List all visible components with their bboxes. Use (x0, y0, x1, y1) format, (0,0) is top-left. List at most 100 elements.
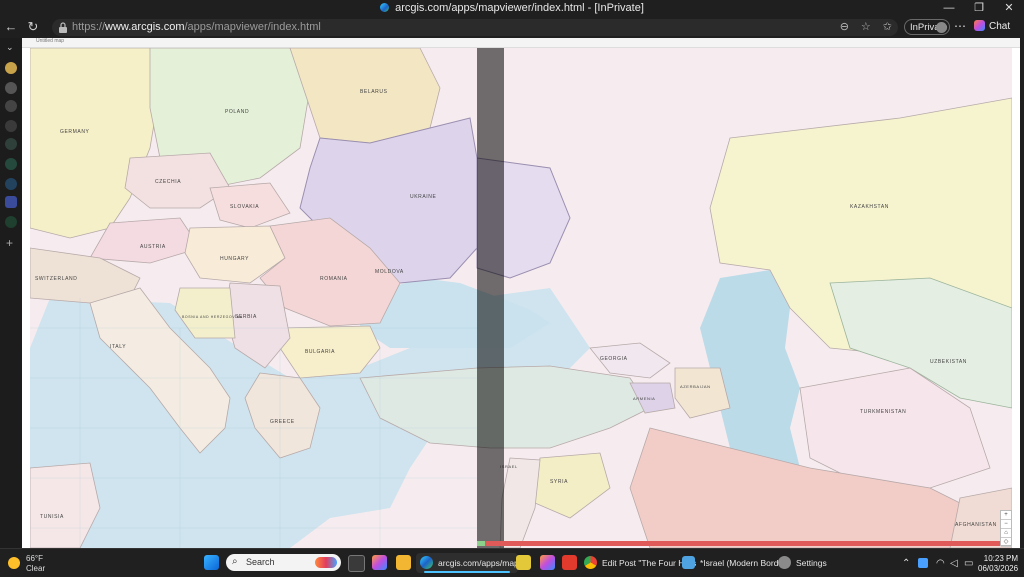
clock-time: 10:23 PM (983, 554, 1018, 563)
sidebar-app-icon-5[interactable] (5, 138, 17, 150)
browser-sidebar: ⌄ + (0, 38, 22, 548)
collapse-chevron-icon[interactable]: ⌄ (6, 42, 14, 53)
refresh-icon: ↻ (27, 19, 39, 34)
edge-icon (420, 556, 433, 569)
taskbar-search[interactable]: ⌕ Search (226, 554, 341, 571)
weather-text: 66°F Clear (26, 554, 45, 574)
chat-label: Chat (989, 21, 1011, 32)
label-italy: ITALY (110, 344, 126, 350)
moon-weather-icon (8, 557, 20, 569)
label-slovakia: SLOVAKIA (230, 204, 259, 210)
show-hidden-icons-chevron-icon[interactable]: ⌃ (902, 558, 910, 569)
label-greece: GREECE (270, 419, 295, 425)
minimize-button[interactable]: — (934, 0, 964, 17)
sticky-notes-icon[interactable] (516, 555, 531, 570)
sidebar-app-icon-6[interactable] (5, 158, 17, 170)
label-azerbaijan: AZERBAIJAN (680, 384, 711, 389)
url-prefix: https:// (72, 21, 106, 33)
compass-button[interactable]: ◇ (1001, 538, 1011, 547)
copilot-taskbar-icon[interactable] (372, 555, 387, 570)
label-uzbekistan: UZBEKISTAN (930, 359, 967, 365)
label-serbia: SERBIA (235, 314, 257, 320)
search-placeholder: Search (246, 557, 275, 567)
copilot-icon (974, 20, 985, 31)
map-red-indicator (485, 541, 1012, 546)
label-georgia: GEORGIA (600, 356, 628, 362)
close-button[interactable]: ✕ (994, 0, 1024, 17)
compass-icon: ◇ (1003, 539, 1009, 545)
url-domain: www.arcgis.com (105, 21, 185, 33)
battery-icon[interactable]: ▭ (964, 558, 973, 569)
address-bar-icons: ⊖ ☆ ✩ (828, 20, 892, 33)
sidebar-app-icon-2[interactable] (5, 82, 17, 94)
label-moldova: MOLDOVA (375, 269, 404, 275)
sidebar-app-icon-8[interactable] (5, 196, 17, 208)
back-button[interactable]: ← (3, 19, 19, 35)
url-text: https://www.arcgis.com/apps/mapviewer/in… (72, 21, 321, 33)
zoom-icon[interactable]: ⊖ (840, 21, 849, 33)
taskbar-app-notepad[interactable]: *Israel (Modern Borders (682, 553, 790, 573)
label-switzerland: SWITZERLAND (35, 276, 77, 282)
sidebar-app-icon-7[interactable] (5, 178, 17, 190)
more-options-button[interactable]: ⋯ (954, 19, 966, 33)
label-kazakhstan: KAZAKHSTAN (850, 204, 889, 210)
home-button[interactable]: ⌂ (1001, 529, 1011, 538)
search-icon: ⌕ (232, 556, 238, 567)
task-view-icon[interactable] (348, 555, 365, 572)
edge-icon (380, 3, 390, 12)
label-syria: SYRIA (550, 479, 568, 485)
favorites-icon[interactable]: ✩ (883, 21, 892, 33)
favorite-star-icon[interactable]: ☆ (861, 21, 871, 33)
zoom-in-button[interactable]: + (1001, 511, 1011, 520)
label-romania: ROMANIA (320, 276, 348, 282)
minus-icon: − (1004, 521, 1008, 527)
wifi-icon[interactable]: ◠ (936, 558, 945, 569)
volume-icon[interactable]: ◁ (950, 558, 958, 569)
label-turkmenistan: TURKMENISTAN (860, 409, 906, 415)
notepad-icon (682, 556, 695, 569)
label-belarus: BELARUS (360, 89, 388, 95)
address-row: ← ↻ https://www.arcgis.com/apps/mapviewe… (0, 17, 1024, 38)
taskbar-app-settings-label: Settings (796, 558, 827, 568)
map-view[interactable]: GERMANY POLAND BELARUS UKRAINE CZECHIA S… (30, 48, 1012, 548)
sidebar-app-icon-3[interactable] (5, 100, 17, 112)
maximize-button[interactable]: ❐ (964, 0, 994, 17)
refresh-button[interactable]: ↻ (25, 19, 41, 35)
taskbar-app-arcgis[interactable]: arcgis.com/apps/mapvi (416, 553, 525, 573)
page-content: Untitled map GERMANY POLAND BELARUS UKRA… (22, 38, 1020, 548)
map-canvas[interactable]: GERMANY POLAND BELARUS UKRAINE CZECHIA S… (30, 48, 1012, 548)
url-path: /apps/mapviewer/index.html (184, 21, 321, 33)
active-indicator (424, 571, 510, 573)
add-sidebar-icon[interactable]: + (6, 236, 13, 250)
sidebar-app-icon-1[interactable] (5, 62, 17, 74)
label-hungary: HUNGARY (220, 256, 249, 262)
profile-avatar (936, 22, 947, 33)
start-button[interactable] (204, 555, 219, 570)
taskbar-clock[interactable]: 10:23 PM 06/03/2026 (978, 554, 1018, 574)
youtube-icon[interactable] (562, 555, 577, 570)
minimize-icon: — (943, 2, 955, 14)
copilot-chat-button[interactable]: Chat (974, 19, 1010, 35)
back-arrow-icon: ← (4, 19, 18, 34)
label-germany: GERMANY (60, 129, 90, 135)
inprivate-button[interactable]: InPrivate (904, 19, 950, 35)
sidebar-app-icon-9[interactable] (5, 216, 17, 228)
tray-app-icon[interactable] (918, 558, 928, 568)
taskbar-app-settings[interactable]: Settings (778, 553, 828, 573)
sidebar-app-icon-4[interactable] (5, 120, 17, 132)
copilot-app-icon[interactable] (540, 555, 555, 570)
maximize-icon: ❐ (974, 2, 984, 14)
lock-icon (59, 22, 67, 33)
taskbar: 66°F Clear ⌕ Search arcgis.com/apps/mapvi… (0, 548, 1024, 577)
zoom-out-button[interactable]: − (1001, 520, 1011, 529)
weather-temp: 66°F (26, 554, 43, 563)
taskbar-app-arcgis-label: arcgis.com/apps/mapvi (438, 558, 525, 568)
file-explorer-icon[interactable] (396, 555, 411, 570)
address-bar[interactable]: https://www.arcgis.com/apps/mapviewer/in… (52, 19, 898, 36)
label-poland: POLAND (225, 109, 249, 115)
label-tunisia: TUNISIA (40, 514, 64, 520)
map-shaded-band (477, 48, 504, 548)
taskbar-app-chrome[interactable]: Edit Post "The Four Hors (584, 553, 696, 573)
window-title-bar: arcgis.com/apps/mapviewer/index.html - [… (0, 0, 1024, 17)
chrome-icon (584, 556, 597, 569)
